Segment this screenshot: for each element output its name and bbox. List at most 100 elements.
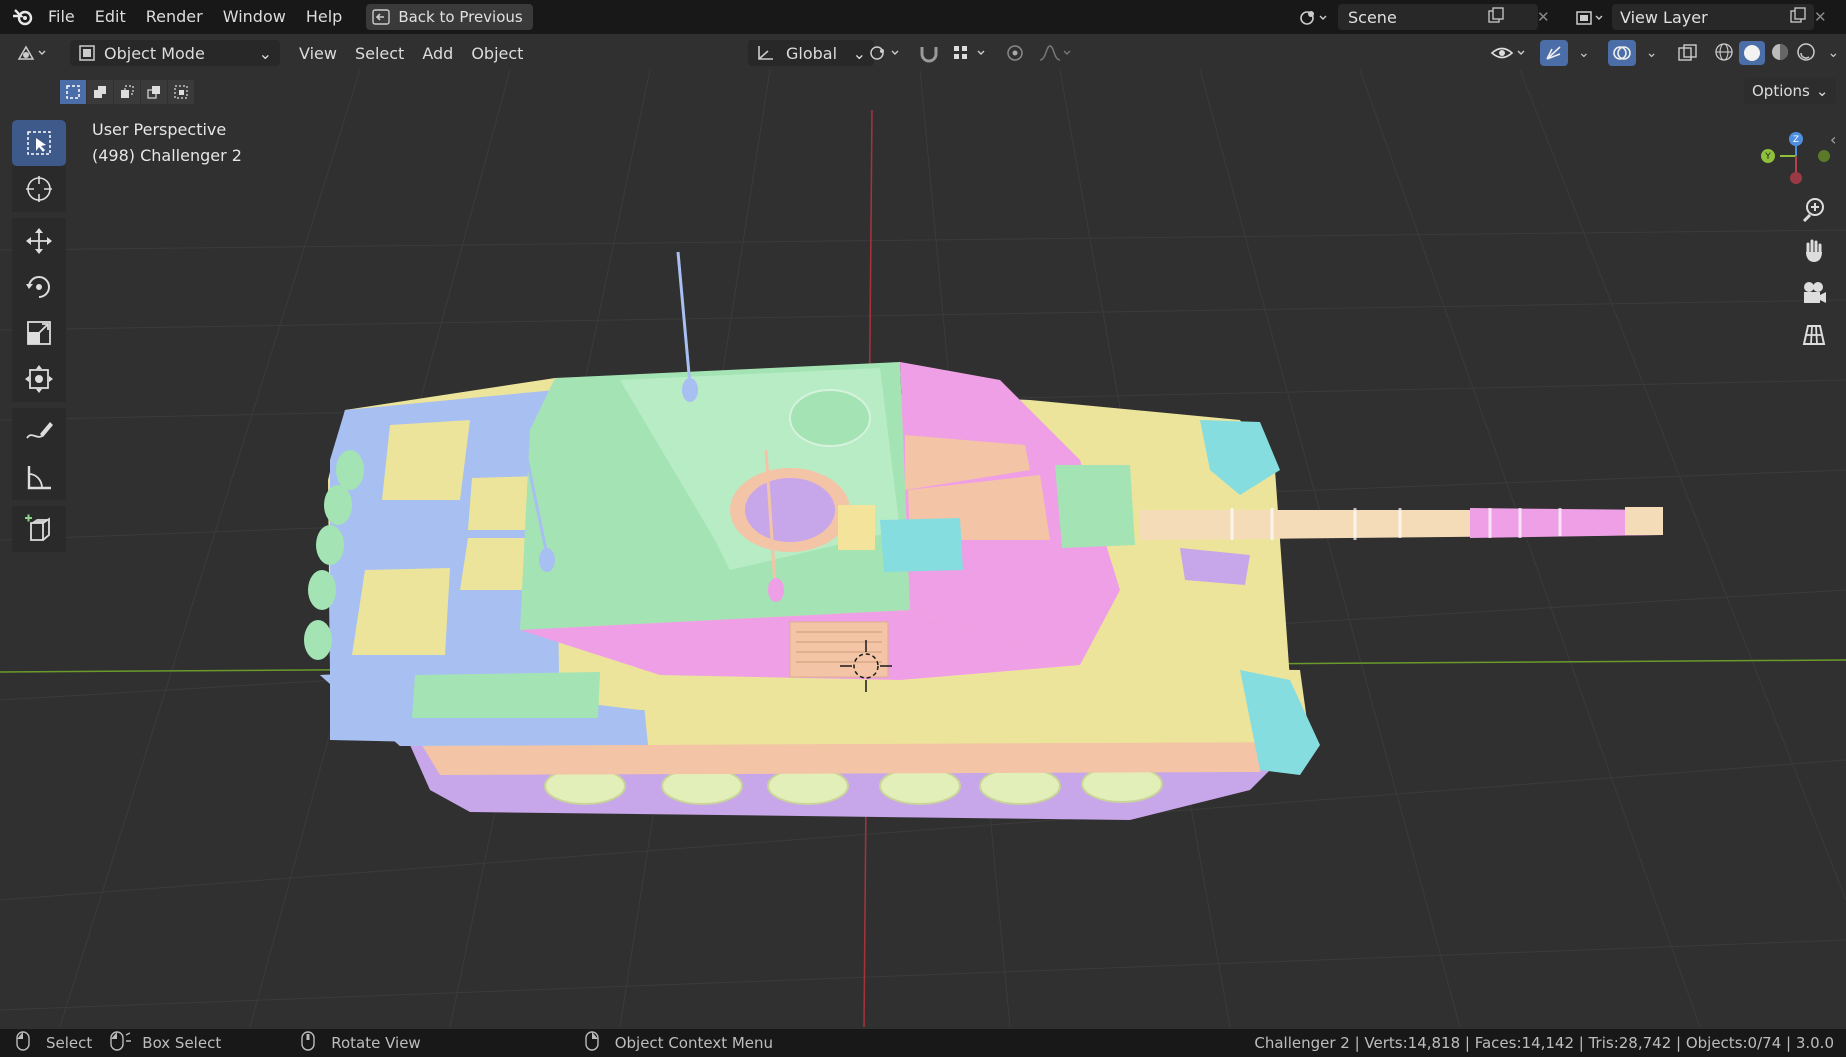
select-hint: Select	[46, 1034, 93, 1052]
scale-tool[interactable]	[12, 310, 66, 356]
chevron-down-icon: ⌄	[852, 43, 866, 63]
menu-file[interactable]: File	[38, 0, 85, 34]
add-cube-icon	[25, 514, 50, 541]
transform-orientation-dropdown[interactable]: Global ⌄	[748, 40, 874, 66]
gizmo-toggle-icon[interactable]	[1540, 40, 1568, 66]
menu-window[interactable]: Window	[213, 0, 296, 34]
select-box-icon	[27, 131, 51, 155]
viewport-header: Object Mode ⌄ View Select Add Object Glo…	[0, 36, 1846, 70]
view-name-label: User Perspective	[92, 120, 227, 139]
menu-view[interactable]: View	[290, 44, 346, 63]
delete-scene-icon[interactable]: ✕	[1537, 8, 1550, 26]
rotate-view-hint: Rotate View	[331, 1034, 421, 1052]
scene-browse-icon[interactable]	[1294, 6, 1334, 30]
shading-mode-group	[1713, 41, 1817, 65]
menu-add[interactable]: Add	[413, 44, 462, 63]
tool-shelf	[12, 120, 66, 552]
status-bar: Select Box Select Rotate View Object Con…	[0, 1029, 1846, 1057]
back-to-previous-label: Back to Previous	[398, 8, 523, 26]
menu-help[interactable]: Help	[296, 0, 352, 34]
annotate-icon	[26, 422, 53, 439]
view-layer-name: View Layer	[1620, 7, 1708, 27]
orientation-label: Global	[786, 43, 838, 63]
pan-hand-icon[interactable]	[1792, 231, 1836, 271]
menu-object[interactable]: Object	[462, 44, 532, 63]
measure-tool[interactable]	[12, 454, 66, 500]
scale-icon	[27, 321, 51, 345]
challenger-2-tank-model	[304, 251, 1663, 820]
right-mouse-icon	[585, 1031, 599, 1055]
scene-statistics: Challenger 2 | Verts:14,818 | Faces:14,1…	[1254, 1034, 1834, 1052]
xray-toggle-icon[interactable]	[1677, 43, 1699, 63]
chevron-down-icon[interactable]: ⌄	[1827, 45, 1839, 61]
viewport-scene	[0, 70, 1846, 1027]
material-shading-icon[interactable]	[1769, 41, 1791, 63]
view-layer-browse-icon[interactable]	[1570, 6, 1610, 30]
visibility-eye-icon[interactable]	[1490, 43, 1530, 63]
solid-shading-icon[interactable]	[1739, 41, 1766, 65]
zoom-icon[interactable]	[1792, 189, 1836, 229]
cursor-icon	[26, 176, 52, 202]
menu-select[interactable]: Select	[346, 44, 413, 63]
3d-viewport[interactable]: User Perspective (498) Challenger 2	[0, 70, 1846, 1027]
ortho-grid-icon[interactable]	[1792, 315, 1836, 355]
editor-type-icon[interactable]	[16, 43, 56, 63]
select-subtract-icon[interactable]	[114, 80, 140, 104]
pivot-point-icon[interactable]	[868, 43, 906, 63]
svg-text:Y: Y	[1764, 152, 1771, 162]
context-menu-hint: Object Context Menu	[614, 1034, 774, 1052]
camera-view-icon[interactable]	[1792, 273, 1836, 313]
svg-text:Z: Z	[1793, 135, 1799, 145]
options-dropdown[interactable]: Options ⌄	[1744, 78, 1837, 104]
orientation-icon	[758, 46, 773, 60]
object-mode-label: Object Mode	[104, 43, 205, 63]
falloff-icon[interactable]	[1038, 43, 1074, 63]
annotate-tool[interactable]	[12, 408, 66, 454]
options-label: Options	[1752, 82, 1810, 100]
move-icon	[26, 228, 52, 254]
view-layer-field[interactable]: View Layer	[1612, 4, 1814, 30]
overlays-toggle-icon[interactable]	[1607, 40, 1636, 66]
snap-increment-icon[interactable]	[952, 43, 992, 63]
snap-magnet-icon[interactable]	[918, 43, 940, 63]
select-intersect-icon[interactable]	[168, 80, 194, 104]
rotate-icon	[26, 276, 50, 298]
scene-name: Scene	[1348, 7, 1397, 27]
move-tool[interactable]	[12, 218, 66, 264]
new-scene-icon[interactable]	[1488, 7, 1504, 27]
proportional-edit-icon[interactable]	[1004, 43, 1026, 63]
blender-logo-icon[interactable]	[8, 0, 38, 34]
wireframe-shading-icon[interactable]	[1713, 41, 1735, 63]
back-arrow-icon	[372, 9, 391, 25]
left-mouse-icon	[16, 1031, 30, 1055]
selection-mode-group	[60, 80, 195, 104]
transform-icon	[25, 365, 53, 393]
rotate-tool[interactable]	[12, 264, 66, 310]
back-to-previous-button[interactable]: Back to Previous	[366, 4, 533, 30]
select-set-icon[interactable]	[60, 80, 86, 104]
select-box-tool[interactable]	[12, 120, 66, 166]
menu-edit[interactable]: Edit	[85, 0, 136, 34]
menu-render[interactable]: Render	[136, 0, 213, 34]
measure-icon	[27, 466, 51, 490]
chevron-down-icon[interactable]: ⌄	[1646, 45, 1658, 61]
cursor-tool[interactable]	[12, 166, 66, 212]
delete-view-layer-icon[interactable]: ✕	[1814, 8, 1827, 26]
box-select-mouse-icon	[110, 1031, 134, 1055]
scene-field[interactable]: Scene	[1338, 4, 1538, 30]
new-view-layer-icon[interactable]	[1790, 7, 1806, 27]
sidebar-toggle-icon[interactable]: ‹	[1830, 130, 1836, 149]
chevron-down-icon: ⌄	[1815, 82, 1829, 100]
box-select-hint: Box Select	[142, 1034, 222, 1052]
object-mode-dropdown[interactable]: Object Mode ⌄	[70, 40, 280, 66]
select-invert-icon[interactable]	[141, 80, 167, 104]
active-object-label: (498) Challenger 2	[92, 146, 242, 165]
select-extend-icon[interactable]	[87, 80, 113, 104]
chevron-down-icon[interactable]: ⌄	[1578, 45, 1590, 61]
add-cube-tool[interactable]	[12, 506, 66, 552]
rendered-shading-icon[interactable]	[1795, 41, 1817, 63]
middle-mouse-icon	[301, 1031, 315, 1055]
object-mode-icon	[79, 45, 95, 61]
transform-tool[interactable]	[12, 356, 66, 402]
chevron-down-icon: ⌄	[258, 43, 272, 63]
